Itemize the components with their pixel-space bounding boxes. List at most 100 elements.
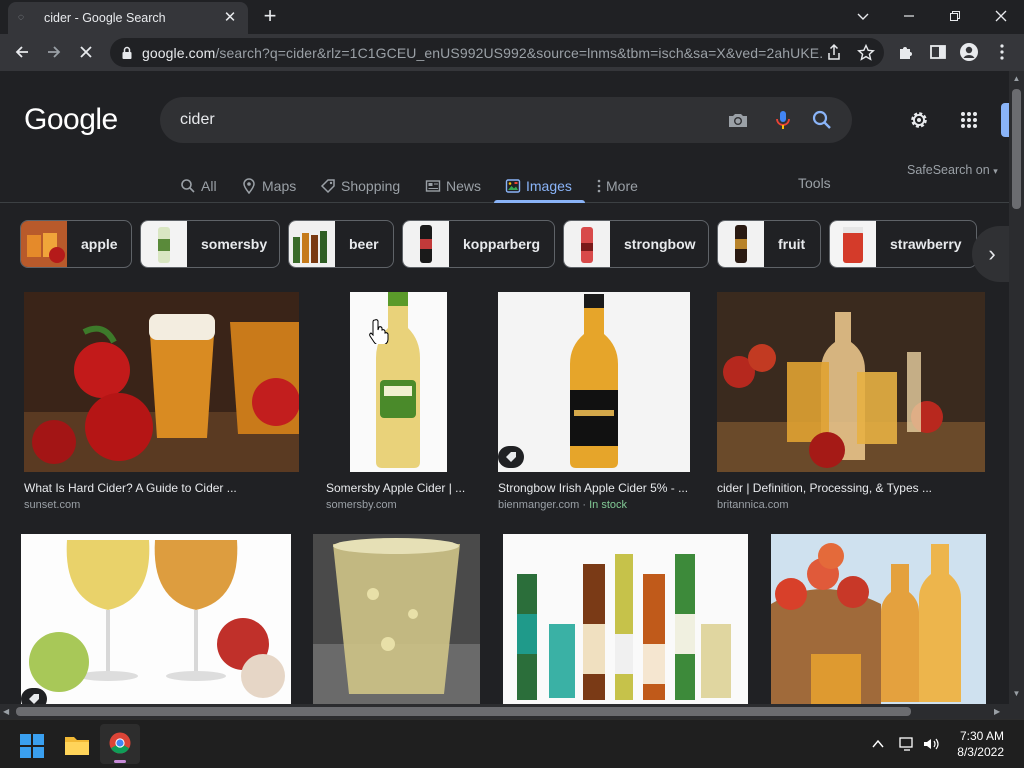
result-caption[interactable]: cider | Definition, Processing, & Types … <box>717 481 985 495</box>
result-image[interactable] <box>503 534 748 704</box>
profile-icon[interactable] <box>958 41 980 63</box>
scroll-up-arrow-icon[interactable]: ▲ <box>1012 74 1021 84</box>
clock-time: 7:30 AM <box>959 729 1004 743</box>
news-icon <box>425 180 441 192</box>
tab-label: More <box>606 178 638 194</box>
image-result[interactable] <box>503 534 748 704</box>
scroll-left-arrow-icon[interactable]: ◀ <box>3 707 12 716</box>
chip-thumbnail <box>141 221 187 267</box>
caret-down-icon: ▾ <box>993 166 998 176</box>
windows-start-icon[interactable] <box>20 734 44 758</box>
google-apps-icon[interactable] <box>960 111 978 129</box>
restore-button[interactable] <box>941 4 969 28</box>
chip-strawberry[interactable]: strawberry <box>829 220 977 268</box>
chip-fruit[interactable]: fruit <box>717 220 821 268</box>
bookmark-star-icon[interactable] <box>854 41 878 65</box>
network-icon[interactable] <box>898 736 916 752</box>
tab-images[interactable]: Images <box>505 173 572 199</box>
image-result[interactable]: Somersby Apple Cider | ... somersby.com <box>326 292 471 512</box>
microphone-icon[interactable] <box>771 108 795 132</box>
tab-label: Images <box>526 178 572 194</box>
image-result[interactable]: cider | Definition, Processing, & Types … <box>717 292 985 512</box>
tab-news[interactable]: News <box>425 173 481 199</box>
extensions-icon[interactable] <box>895 41 917 63</box>
scroll-down-arrow-icon[interactable]: ▼ <box>1012 689 1021 699</box>
horizontal-scroll-thumb[interactable] <box>16 707 911 716</box>
close-window-button[interactable] <box>987 4 1015 28</box>
taskbar-clock[interactable]: 7:30 AM 8/3/2022 <box>957 728 1004 760</box>
search-input[interactable]: cider <box>160 97 852 143</box>
vertical-scrollbar[interactable]: ▲ ▼ <box>1009 71 1024 704</box>
result-image[interactable] <box>21 534 291 704</box>
result-image[interactable] <box>717 292 985 472</box>
result-image[interactable] <box>771 534 986 704</box>
volume-icon[interactable] <box>922 736 940 752</box>
windows-taskbar: 7:30 AM 8/3/2022 <box>0 719 1024 768</box>
chip-thumbnail <box>718 221 764 267</box>
chrome-taskbar-button[interactable] <box>100 724 140 764</box>
result-image[interactable] <box>498 292 690 472</box>
browser-tab[interactable]: ◌ cider - Google Search ✕ <box>8 2 248 34</box>
result-caption[interactable]: Somersby Apple Cider | ... <box>326 481 471 495</box>
tab-all[interactable]: All <box>180 173 217 199</box>
horizontal-scrollbar[interactable]: ◀ ▶ <box>0 704 1009 719</box>
show-hidden-icons-chevron-icon[interactable] <box>872 739 884 749</box>
chip-beer[interactable]: beer <box>288 220 394 268</box>
lock-icon[interactable] <box>120 46 134 60</box>
chip-label: kopparberg <box>463 236 541 252</box>
tools-button[interactable]: Tools <box>798 175 831 191</box>
chrome-menu-icon[interactable] <box>991 41 1013 63</box>
active-tab-indicator <box>494 200 585 203</box>
chip-label: beer <box>349 236 379 252</box>
search-query-text[interactable]: cider <box>180 111 215 129</box>
back-button[interactable] <box>9 39 35 65</box>
settings-gear-icon[interactable] <box>908 109 930 131</box>
result-caption[interactable]: Strongbow Irish Apple Cider 5% - ... <box>498 481 690 495</box>
chip-apple[interactable]: apple <box>20 220 132 268</box>
result-source[interactable]: britannica.com <box>717 499 789 511</box>
sign-in-button[interactable] <box>1001 103 1009 137</box>
tab-close-icon[interactable]: ✕ <box>222 10 238 26</box>
chrome-icon <box>109 732 131 754</box>
chip-strongbow[interactable]: strongbow <box>563 220 709 268</box>
search-icon[interactable] <box>810 108 834 132</box>
search-results-page: Google cider All Maps Shopping News Imag… <box>0 71 1009 704</box>
url-text[interactable]: google.com/search?q=cider&rlz=1C1GCEU_en… <box>142 45 822 61</box>
search-icon <box>181 179 195 193</box>
scroll-right-arrow-icon[interactable]: ▶ <box>994 707 1003 716</box>
side-panel-icon[interactable] <box>927 41 949 63</box>
file-explorer-icon[interactable] <box>64 733 90 757</box>
chip-somersby[interactable]: somersby <box>140 220 280 268</box>
minimize-button[interactable] <box>895 4 923 28</box>
result-source[interactable]: sunset.com <box>24 499 80 511</box>
result-caption[interactable]: What Is Hard Cider? A Guide to Cider ... <box>24 481 299 495</box>
share-icon[interactable] <box>822 41 846 65</box>
result-source[interactable]: somersby.com <box>326 499 397 511</box>
image-result[interactable] <box>21 534 291 704</box>
loading-icon: ◌ <box>18 12 24 23</box>
result-image[interactable] <box>313 534 480 704</box>
tab-search-icon[interactable] <box>849 4 877 28</box>
google-logo[interactable]: Google <box>24 103 118 137</box>
image-result[interactable]: What Is Hard Cider? A Guide to Cider ...… <box>24 292 299 512</box>
tab-more[interactable]: More <box>596 173 638 199</box>
chip-thumbnail <box>21 221 67 267</box>
tab-maps[interactable]: Maps <box>241 173 296 199</box>
image-result[interactable]: Strongbow Irish Apple Cider 5% - ... bie… <box>498 292 690 512</box>
hand-pointer-cursor-icon <box>369 319 389 344</box>
image-result[interactable] <box>771 534 986 704</box>
url-path: /search?q=cider&rlz=1C1GCEU_enUS992US992… <box>215 44 822 61</box>
result-source[interactable]: bienmanger.com · In stock <box>498 499 627 511</box>
chip-kopparberg[interactable]: kopparberg <box>402 220 555 268</box>
vertical-scroll-thumb[interactable] <box>1012 89 1021 209</box>
safesearch-dropdown[interactable]: SafeSearch on ▾ <box>907 163 998 177</box>
result-image[interactable] <box>24 292 299 472</box>
stop-loading-button[interactable] <box>73 39 99 65</box>
result-image[interactable] <box>350 292 447 472</box>
image-result[interactable] <box>313 534 480 704</box>
address-bar[interactable]: google.com/search?q=cider&rlz=1C1GCEU_en… <box>110 38 884 67</box>
new-tab-button[interactable]: + <box>258 5 282 29</box>
forward-button[interactable] <box>41 39 67 65</box>
camera-icon[interactable] <box>726 108 750 132</box>
tab-shopping[interactable]: Shopping <box>320 173 400 199</box>
